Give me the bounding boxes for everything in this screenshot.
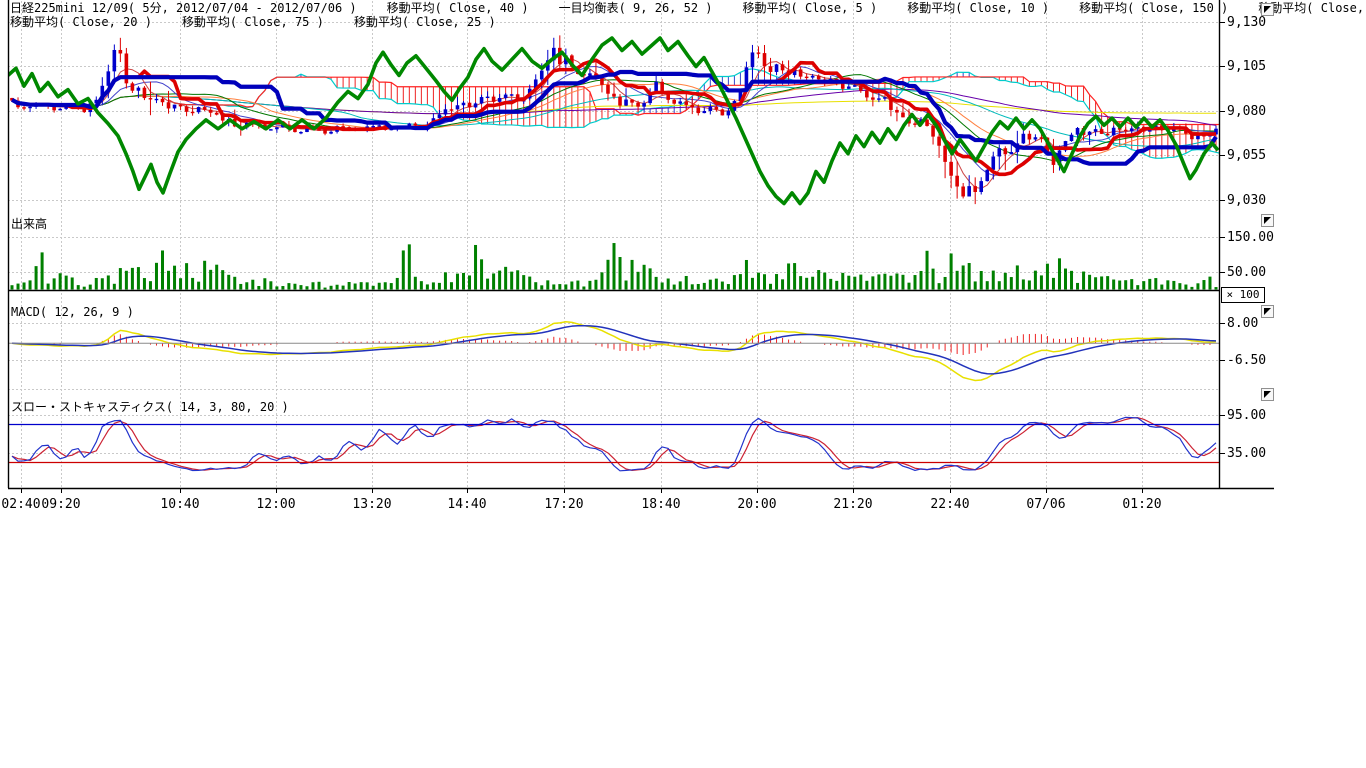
indicator-label: 移動平均( Close, 5 ) [743,1,878,15]
indicator-label: 移動平均( Close, 25 ) [354,15,496,29]
stochastics-panel-label: スロー・ストキャスティクス( 14, 3, 80, 20 ) [11,398,289,415]
indicator-label: 移動平均( Close, 20 ) [10,15,152,29]
y-axis-label: 9,030 [1227,194,1266,207]
y-axis-label: 9,130 [1227,16,1266,29]
volume-panel-label: 出来高 [11,215,47,232]
indicator-label: 移動平均( Close, 40 ) [387,1,529,15]
y-axis-label: 50.00 [1227,266,1266,279]
indicator-label: 移動平均( Close, 10 ) [907,1,1049,15]
x-axis-label: 01:20 [1115,497,1169,512]
macd-panel-collapse-button[interactable] [1261,305,1274,318]
indicator-label: 日経225mini 12/09( 5分, 2012/07/04 - 2012/0… [10,1,357,15]
x-axis-label: 07/06 [1019,497,1073,512]
x-axis-label: 12:00 [249,497,303,512]
x-axis-label: 09:20 [34,497,88,512]
stochastics-panel-collapse-button[interactable] [1261,388,1274,401]
chart-header-line2: 移動平均( Close, 20 ) 移動平均( Close, 75 ) 移動平均( … [10,15,526,29]
x-axis-label: 13:20 [345,497,399,512]
x-axis-label: 18:40 [634,497,688,512]
y-axis-label: 150.00 [1227,231,1274,244]
y-axis-label: 8.00 [1227,317,1258,330]
x-axis-label: 14:40 [440,497,494,512]
volume-multiplier-box: × 100 [1221,287,1265,303]
x-axis-label: 20:00 [730,497,784,512]
x-axis-label: 22:40 [923,497,977,512]
indicator-label: 一目均衡表( 9, 26, 52 ) [559,1,713,15]
indicator-label: 移動平均( Close, 150 ) [1079,1,1228,15]
x-axis-label: 17:20 [537,497,591,512]
y-axis-label: 35.00 [1227,447,1266,460]
y-axis-label: 9,105 [1227,60,1266,73]
y-axis-label: 95.00 [1227,409,1266,422]
indicator-label: 移動平均( Close, 75 ) [1258,1,1366,15]
y-axis-label: 9,080 [1227,105,1266,118]
chart-window: 日経225mini 12/09( 5分, 2012/07/04 - 2012/0… [0,0,1366,768]
volume-panel-collapse-button[interactable] [1261,214,1274,227]
chart-canvas [0,0,1366,540]
y-axis-label: 9,055 [1227,149,1266,162]
x-axis-label: 10:40 [153,497,207,512]
x-axis-label: 21:20 [826,497,880,512]
macd-panel-label: MACD( 12, 26, 9 ) [11,305,134,319]
y-axis-label: -6.50 [1227,354,1266,367]
chart-header-line1: 日経225mini 12/09( 5分, 2012/07/04 - 2012/0… [10,1,1366,15]
price-panel-collapse-button[interactable] [1261,3,1274,16]
indicator-label: 移動平均( Close, 75 ) [182,15,324,29]
